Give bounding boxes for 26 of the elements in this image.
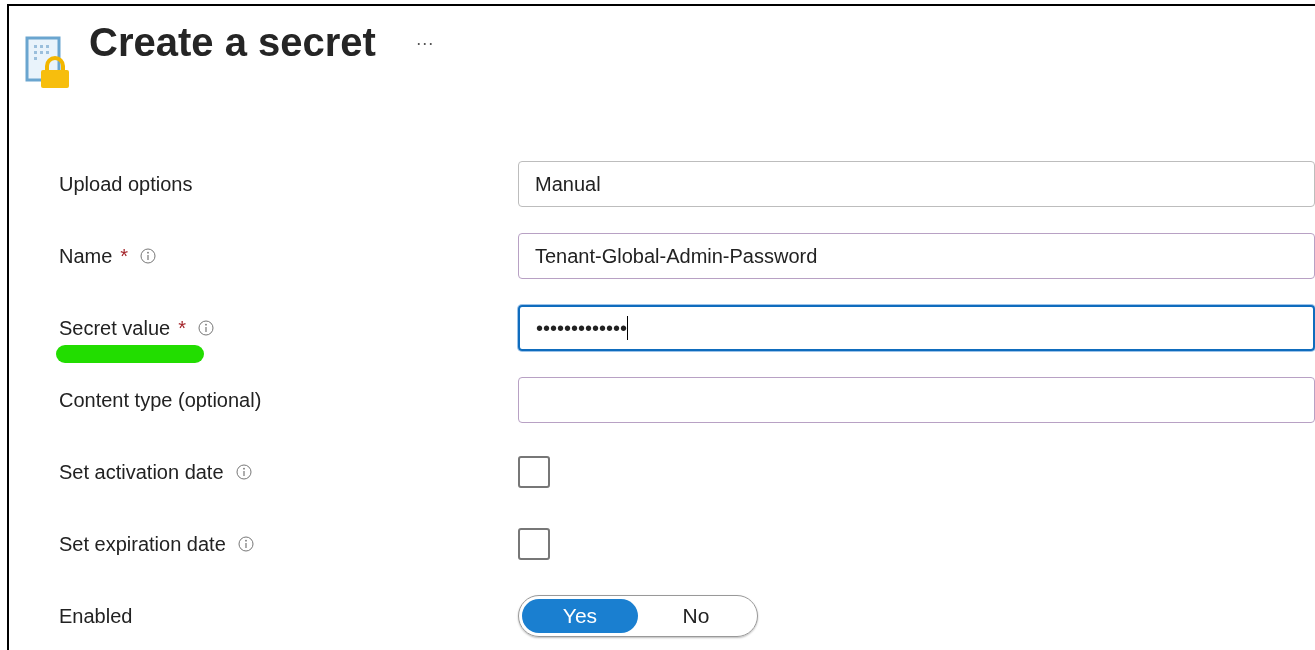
page-title: Create a secret (89, 19, 376, 66)
checkbox[interactable] (518, 528, 550, 560)
toggle-option[interactable]: No (638, 599, 754, 633)
field-label: Set expiration date (59, 532, 226, 557)
key-vault-lock-icon (25, 34, 69, 88)
field-value: Tenant-Global-Admin-Password (535, 244, 818, 269)
field-label: Secret value (59, 316, 171, 341)
required-asterisk: * (120, 244, 129, 269)
info-icon[interactable] (235, 464, 252, 480)
text-field[interactable]: ••••••••••••• (518, 305, 1315, 351)
text-field[interactable]: Tenant-Global-Admin-Password (518, 233, 1315, 279)
field-label: Upload options (59, 172, 193, 197)
info-icon[interactable] (237, 536, 254, 552)
field-label: Name (59, 244, 113, 269)
upload-options-select[interactable]: Manual (518, 161, 1315, 207)
text-field[interactable] (518, 377, 1315, 423)
info-icon[interactable] (197, 320, 214, 336)
checkbox[interactable] (518, 456, 550, 488)
field-label: Set activation date (59, 460, 224, 485)
field-label: Content type (optional) (59, 388, 262, 413)
field-value: ••••••••••••• (536, 316, 628, 341)
field-label: Enabled (59, 604, 133, 629)
more-button[interactable]: ··· (415, 30, 434, 57)
info-icon[interactable] (140, 248, 157, 264)
toggle-option[interactable]: Yes (522, 599, 638, 633)
required-asterisk: * (178, 316, 186, 341)
